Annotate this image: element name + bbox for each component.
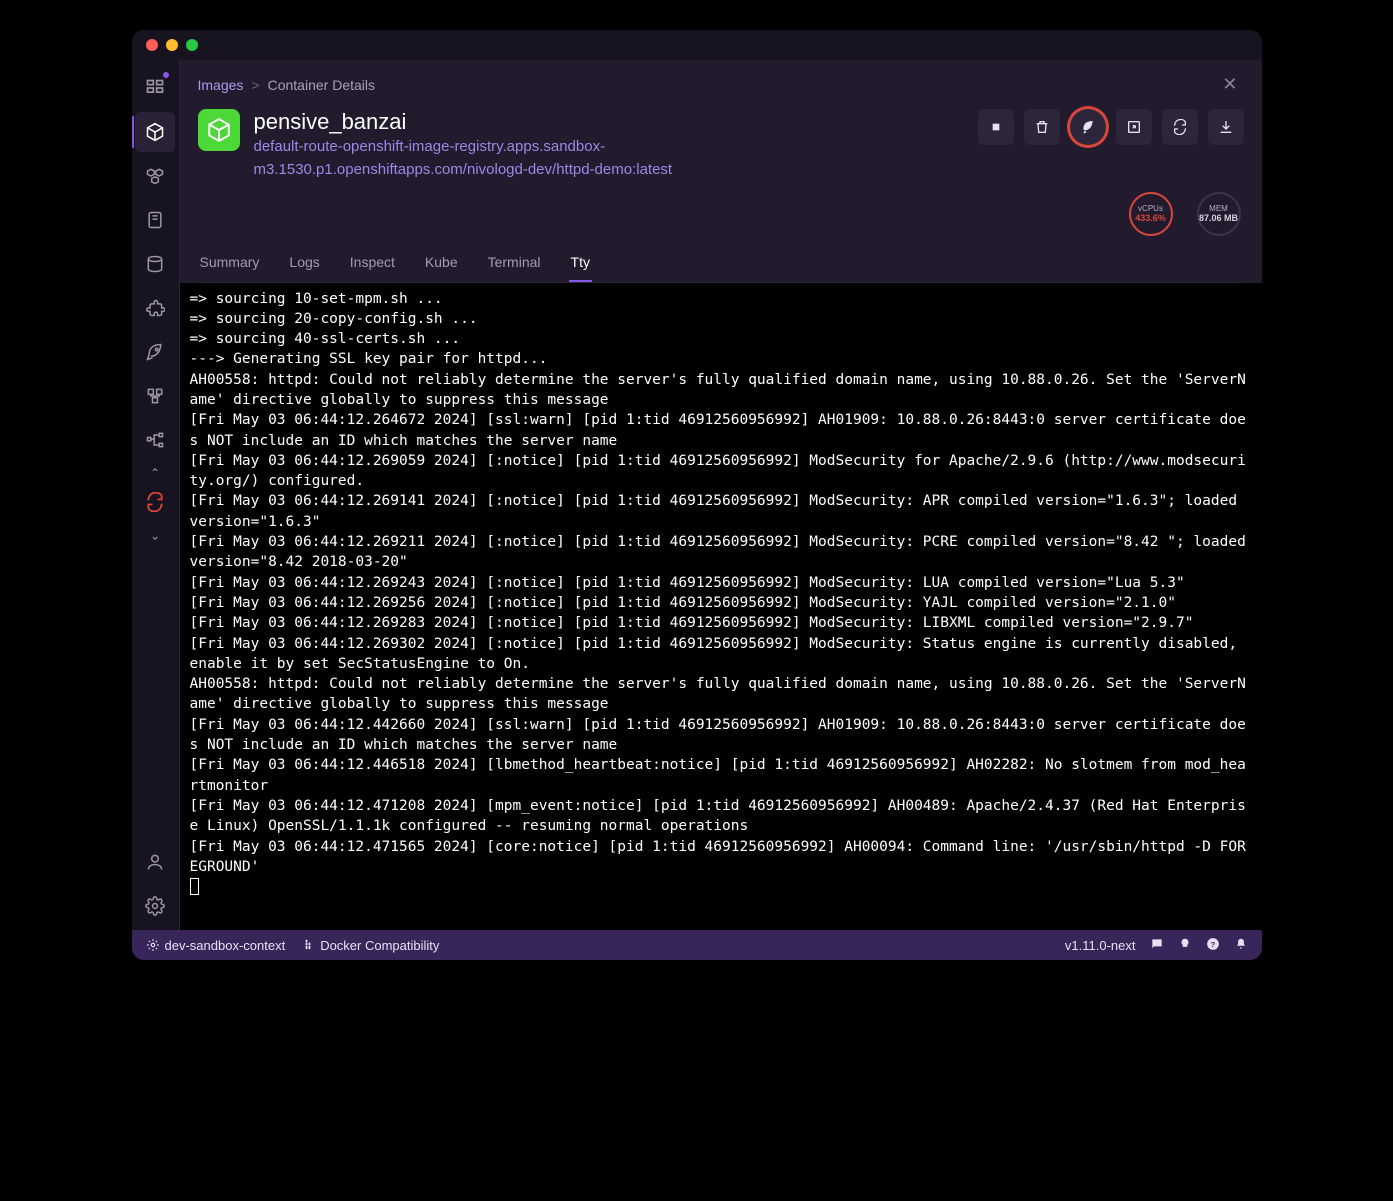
breadcrumb: Images > Container Details ✕ [198,72,1244,97]
deploy-to-kubernetes-button[interactable] [1070,109,1106,145]
stop-button[interactable] [978,109,1014,145]
tab-inspect[interactable]: Inspect [348,248,397,282]
maximize-window-icon[interactable] [186,39,198,51]
sidebar-item-network[interactable] [135,420,175,460]
stat-memory: MEM 87.06 MB [1194,192,1244,236]
minimize-window-icon[interactable] [166,39,178,51]
resource-stats: vCPUs 433.6% MEM 87.06 MB [198,182,1244,236]
header: Images > Container Details ✕ pensive_ban… [180,60,1262,283]
breadcrumb-root[interactable]: Images [198,77,244,93]
sidebar-item-pods[interactable] [135,156,175,196]
sidebar-item-volumes[interactable] [135,244,175,284]
close-window-icon[interactable] [146,39,158,51]
container-type-icon [198,109,240,151]
stat-vcpu-value: 433.6% [1135,213,1166,223]
container-image-reference[interactable]: default-route-openshift-image-registry.a… [254,135,794,182]
sidebar-item-containers[interactable] [135,112,175,152]
window-controls [146,39,198,51]
restart-button[interactable] [1162,109,1198,145]
export-button[interactable] [1208,109,1244,145]
statusbar-docker-label: Docker Compatibility [320,938,439,953]
sidebar-item-images[interactable] [135,200,175,240]
sidebar-item-openshift[interactable] [135,482,175,522]
lightbulb-icon[interactable] [1178,937,1192,954]
content-area: Images > Container Details ✕ pensive_ban… [180,60,1262,930]
sidebar-collapse-up-icon[interactable]: ⌃ [150,466,160,480]
svg-text:?: ? [1210,939,1215,948]
sidebar-item-settings[interactable] [135,886,175,926]
sidebar-item-kubernetes[interactable] [135,376,175,416]
tab-terminal[interactable]: Terminal [486,248,543,282]
sidebar-item-dashboard[interactable] [135,68,175,108]
statusbar: dev-sandbox-context Docker Compatibility… [132,930,1262,960]
sidebar-item-account[interactable] [135,842,175,882]
sidebar-collapse-down-icon[interactable]: ⌃ [150,528,160,542]
statusbar-context[interactable]: dev-sandbox-context [146,938,286,953]
tab-tty[interactable]: Tty [569,248,592,282]
stat-mem-value: 87.06 MB [1199,213,1238,223]
sidebar-item-extensions[interactable] [135,288,175,328]
statusbar-docker[interactable]: Docker Compatibility [301,938,439,953]
app-window: ⌃ ⌃ Images > Container Details ✕ [132,30,1262,960]
statusbar-version: v1.11.0-next [1065,938,1136,953]
action-toolbar [978,109,1244,145]
close-details-button[interactable]: ✕ [1216,72,1243,97]
breadcrumb-separator-icon: > [251,77,259,93]
tty-output[interactable]: => sourcing 10-set-mpm.sh ... => sourcin… [180,283,1262,931]
stat-vcpu: vCPUs 433.6% [1126,192,1176,236]
sidebar-item-deploy[interactable] [135,332,175,372]
sidebar: ⌃ ⌃ [132,60,180,930]
tab-kube[interactable]: Kube [423,248,460,282]
open-external-button[interactable] [1116,109,1152,145]
notification-dot-icon [163,72,169,78]
statusbar-context-label: dev-sandbox-context [165,938,286,953]
tab-bar: Summary Logs Inspect Kube Terminal Tty [198,236,1244,283]
tab-logs[interactable]: Logs [287,248,321,282]
bell-icon[interactable] [1234,937,1248,954]
terminal-cursor-icon [190,878,199,895]
titlebar [132,30,1262,60]
tab-summary[interactable]: Summary [198,248,262,282]
container-name: pensive_banzai [254,109,964,135]
stat-mem-label: MEM [1209,204,1228,213]
feedback-icon[interactable] [1150,937,1164,954]
stat-vcpu-label: vCPUs [1138,204,1163,213]
help-icon[interactable]: ? [1206,937,1220,954]
delete-button[interactable] [1024,109,1060,145]
breadcrumb-current: Container Details [268,77,375,93]
